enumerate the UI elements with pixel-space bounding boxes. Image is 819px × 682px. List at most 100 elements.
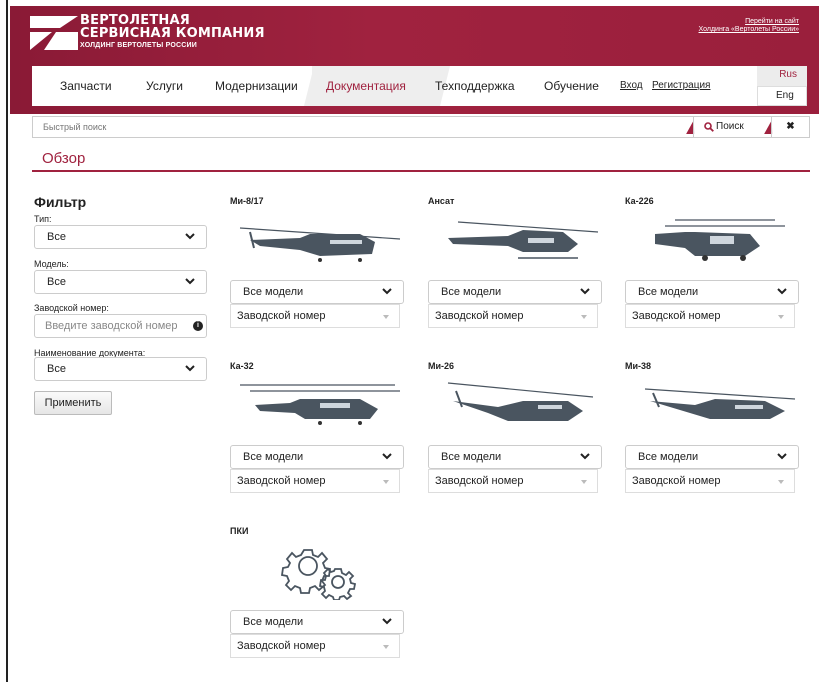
chevron-down-icon — [580, 453, 590, 460]
chevron-down-icon — [382, 288, 392, 295]
title-divider — [32, 170, 810, 172]
filter-model-value: Все — [47, 276, 66, 288]
model-select-value: Все модели — [441, 286, 502, 298]
caret-down-icon — [383, 480, 389, 484]
chevron-down-icon — [185, 365, 195, 372]
model-select[interactable]: Все модели — [230, 445, 404, 469]
quick-search-input[interactable] — [33, 117, 688, 137]
model-select-value: Все модели — [243, 616, 304, 628]
lang-rus[interactable]: Rus — [779, 69, 797, 80]
model-select-value: Все модели — [638, 451, 699, 463]
model-select-value: Все модели — [243, 451, 304, 463]
serial-select[interactable]: Заводской номер — [230, 469, 400, 493]
logo-line-2: СЕРВИСНАЯ КОМПАНИЯ — [80, 26, 265, 41]
filter-type-label: Тип: — [34, 214, 52, 224]
nav-item-training[interactable]: Обучение — [544, 79, 599, 93]
info-icon[interactable]: i — [193, 321, 203, 331]
nav-item-support[interactable]: Техподдержка — [435, 79, 515, 93]
helicopter-image[interactable] — [428, 371, 604, 427]
serial-select[interactable]: Заводской номер — [625, 304, 795, 328]
caret-down-icon — [383, 315, 389, 319]
caret-down-icon — [778, 315, 784, 319]
nav-item-modernization[interactable]: Модернизации — [215, 79, 298, 93]
card-title: Ка-32 — [230, 361, 254, 371]
filter-document-value: Все — [47, 363, 66, 375]
card-title: Ми-8/17 — [230, 196, 264, 206]
caret-down-icon — [383, 645, 389, 649]
helicopter-image[interactable] — [625, 371, 801, 427]
serial-select-value: Заводской номер — [435, 475, 524, 487]
filter-model-select[interactable]: Все — [34, 270, 207, 294]
language-switcher: Rus Eng — [757, 66, 807, 106]
apply-filter-button[interactable]: Применить — [34, 391, 112, 415]
serial-select-value: Заводской номер — [632, 475, 721, 487]
model-select[interactable]: Все модели — [230, 610, 404, 634]
search-button-label: Поиск — [716, 121, 744, 132]
company-logo-text[interactable]: ВЕРТОЛЕТНАЯ СЕРВИСНАЯ КОМПАНИЯ ХОЛДИНГ В… — [80, 14, 265, 49]
close-icon: ✖ — [786, 121, 795, 132]
filter-model-label: Модель: — [34, 259, 69, 269]
filter-serial-label: Заводской номер: — [34, 303, 109, 313]
nav-item-documentation[interactable]: Документация — [326, 79, 406, 93]
nav-item-parts[interactable]: Запчасти — [60, 79, 112, 93]
login-link[interactable]: Вход — [620, 80, 643, 91]
chevron-down-icon — [382, 618, 392, 625]
chevron-down-icon — [382, 453, 392, 460]
site-header: ВЕРТОЛЕТНАЯ СЕРВИСНАЯ КОМПАНИЯ ХОЛДИНГ В… — [10, 6, 819, 114]
model-select[interactable]: Все модели — [625, 445, 799, 469]
serial-select[interactable]: Заводской номер — [428, 469, 598, 493]
filter-document-select[interactable]: Все — [34, 357, 207, 381]
caret-down-icon — [778, 480, 784, 484]
model-select-value: Все модели — [441, 451, 502, 463]
helicopter-image[interactable] — [230, 371, 406, 427]
chevron-down-icon — [185, 233, 195, 240]
helicopter-image[interactable] — [230, 206, 406, 262]
model-select[interactable]: Все модели — [230, 280, 404, 304]
serial-select[interactable]: Заводской номер — [625, 469, 795, 493]
card-title: Ка-226 — [625, 196, 654, 206]
helicopter-image[interactable] — [428, 206, 604, 262]
serial-select[interactable]: Заводской номер — [428, 304, 598, 328]
serial-select-value: Заводской номер — [237, 310, 326, 322]
filter-type-select[interactable]: Все — [34, 225, 207, 249]
main-nav: Запчасти Услуги Модернизации Документаци… — [32, 66, 807, 106]
logo-line-3: ХОЛДИНГ ВЕРТОЛЕТЫ РОССИИ — [80, 42, 197, 49]
serial-select-value: Заводской номер — [435, 310, 524, 322]
card-title: Ми-26 — [428, 361, 455, 371]
model-select[interactable]: Все модели — [428, 280, 602, 304]
model-select[interactable]: Все модели — [625, 280, 799, 304]
gears-icon[interactable] — [230, 538, 406, 600]
serial-select-value: Заводской номер — [632, 310, 721, 322]
chevron-down-icon — [777, 453, 787, 460]
register-link[interactable]: Регистрация — [652, 80, 710, 91]
holding-link-line-1: Перейти на сайт — [745, 18, 799, 25]
search-button[interactable]: Поиск — [693, 117, 768, 137]
page: ВЕРТОЛЕТНАЯ СЕРВИСНАЯ КОМПАНИЯ ХОЛДИНГ В… — [10, 6, 819, 682]
page-title: Обзор — [42, 150, 86, 167]
holding-site-link[interactable]: Перейти на сайт Холдинга «Вертолеты Росс… — [699, 18, 799, 34]
chevron-down-icon — [580, 288, 590, 295]
chevron-down-icon — [777, 288, 787, 295]
helicopter-image[interactable] — [625, 206, 801, 262]
serial-select-value: Заводской номер — [237, 475, 326, 487]
company-logo-icon[interactable] — [30, 16, 78, 50]
model-select-value: Все модели — [243, 286, 304, 298]
filter-serial-input[interactable] — [34, 314, 207, 338]
search-clear-button[interactable]: ✖ — [771, 117, 809, 137]
lang-eng[interactable]: Eng — [757, 86, 807, 106]
quick-search-bar: Поиск ✖ — [32, 116, 810, 138]
nav-item-services[interactable]: Услуги — [146, 79, 183, 93]
caret-down-icon — [581, 315, 587, 319]
serial-select[interactable]: Заводской номер — [230, 634, 400, 658]
filter-type-value: Все — [47, 231, 66, 243]
caret-down-icon — [581, 480, 587, 484]
holding-link-line-2: Холдинга «Вертолеты России» — [698, 26, 799, 33]
chevron-down-icon — [185, 278, 195, 285]
card-title: ПКИ — [230, 526, 249, 536]
serial-select[interactable]: Заводской номер — [230, 304, 400, 328]
model-select[interactable]: Все модели — [428, 445, 602, 469]
window-left-border — [0, 0, 8, 682]
serial-select-value: Заводской номер — [237, 640, 326, 652]
search-icon — [704, 122, 714, 132]
card-title: Ми-38 — [625, 361, 652, 371]
